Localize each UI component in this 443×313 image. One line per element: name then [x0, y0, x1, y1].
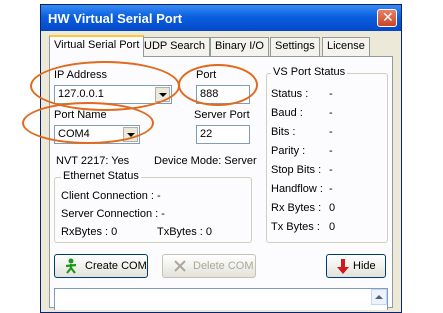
green-man-icon: [65, 258, 77, 274]
server-connection: Server Connection : -: [61, 208, 165, 220]
hide-button[interactable]: Hide: [326, 254, 386, 278]
tab-virtual-serial-port[interactable]: Virtual Serial Port: [49, 35, 145, 57]
eth-tx-bytes: TxBytes : 0: [157, 226, 213, 238]
vs-status-value: 0: [329, 202, 336, 214]
vs-port-status-group: VS Port Status Status : - Baud : - Bits : - Pa…: [266, 66, 388, 243]
vs-status-value: -: [329, 88, 333, 100]
server-port-value: 22: [200, 128, 213, 140]
close-icon: ✕: [382, 10, 394, 26]
device-mode-status: Device Mode: Server: [154, 155, 257, 167]
vs-status-label: Tx Bytes :: [271, 221, 320, 233]
vs-status-value: 0: [329, 221, 336, 233]
create-com-button[interactable]: Create COM: [54, 254, 148, 278]
tab-binary-io[interactable]: Binary I/O: [210, 37, 269, 56]
vs-status-label: Baud :: [271, 107, 303, 119]
vs-status-label: Handflow :: [271, 183, 323, 195]
tab-udp-search[interactable]: UDP Search: [139, 37, 210, 56]
vs-status-label: Stop Bits :: [271, 164, 322, 176]
hide-label: Hide: [353, 260, 376, 272]
vs-status-value: -: [329, 164, 333, 176]
title-bar[interactable]: HW Virtual Serial Port ✕: [41, 5, 401, 31]
red-down-arrow-icon: [337, 259, 349, 274]
server-port-field[interactable]: 22: [196, 125, 250, 144]
vs-status-value: -: [329, 183, 333, 195]
vs-status-value: -: [329, 107, 333, 119]
ethernet-status-title: Ethernet Status: [61, 170, 141, 182]
close-button[interactable]: ✕: [377, 9, 397, 27]
scroll-up-icon[interactable]: [371, 289, 387, 305]
delete-com-label: Delete COM: [193, 260, 254, 272]
vs-status-value: -: [329, 145, 333, 157]
delete-com-button[interactable]: Delete COM: [162, 254, 256, 278]
annotation-circle-port: [178, 64, 258, 106]
vs-status-label: Rx Bytes :: [271, 202, 322, 214]
create-com-label: Create COM: [85, 260, 147, 272]
tab-license[interactable]: License: [322, 37, 370, 56]
client-connection: Client Connection : -: [61, 190, 161, 202]
annotation-circle-port-name: [22, 102, 154, 144]
ethernet-status-group: Ethernet Status Client Connection : - Se…: [54, 170, 252, 243]
window-title: HW Virtual Serial Port: [48, 11, 183, 26]
nvt-status: NVT 2217: Yes: [56, 155, 130, 167]
server-port-label: Server Port: [194, 109, 250, 121]
vs-status-label: Parity :: [271, 145, 306, 157]
app-window: HW Virtual Serial Port ✕ Virtual Serial …: [40, 4, 402, 313]
vs-status-value: -: [329, 126, 333, 138]
tab-settings[interactable]: Settings: [270, 37, 320, 56]
log-box[interactable]: [54, 288, 388, 310]
vs-status-label: Bits :: [271, 126, 296, 138]
eth-rx-bytes: RxBytes : 0: [61, 226, 118, 238]
vs-port-status-title: VS Port Status: [271, 66, 348, 78]
vs-status-label: Status :: [271, 88, 309, 100]
grey-x-icon: [174, 260, 186, 272]
